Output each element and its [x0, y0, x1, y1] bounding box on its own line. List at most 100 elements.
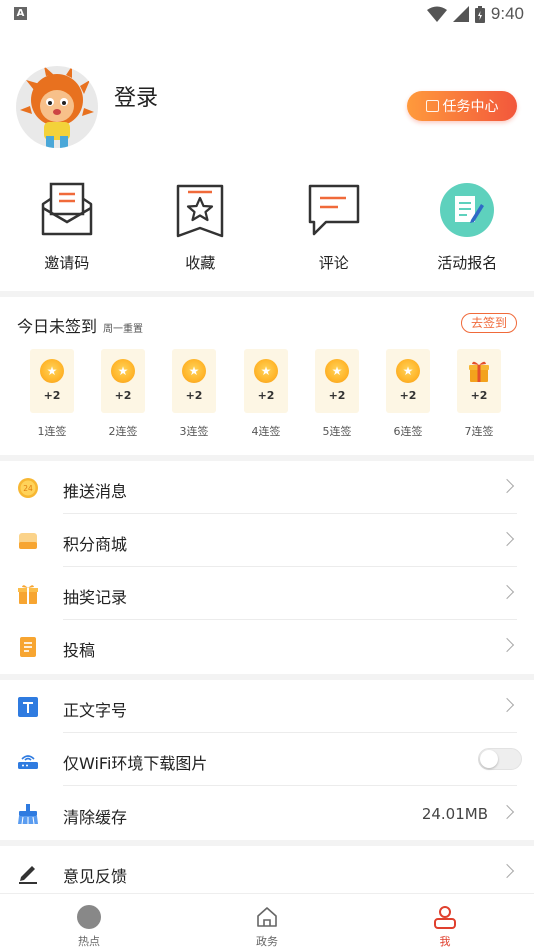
- day-points: +2: [399, 389, 417, 402]
- sign-in-header: 今日未签到 周一重置: [17, 313, 143, 337]
- day-card: +2: [30, 349, 74, 413]
- coin-icon: [111, 359, 135, 383]
- person-icon: [434, 906, 456, 929]
- pencil-icon: [19, 866, 37, 884]
- coin-icon: [254, 359, 278, 383]
- status-bar: A 9:40: [0, 0, 534, 28]
- tab-me[interactable]: 我: [356, 894, 534, 950]
- menu-feedback[interactable]: 意见反馈: [0, 846, 534, 899]
- day-card: +2: [457, 349, 501, 413]
- envelope-icon: [41, 182, 92, 236]
- day-points: +2: [328, 389, 346, 402]
- quick-actions: 邀请码 收藏 评论 活动报名: [0, 180, 534, 280]
- sign-day-5: +2 5连签: [315, 349, 359, 439]
- quick-event-signup[interactable]: 活动报名: [401, 180, 534, 280]
- menu-text-size[interactable]: 正文字号: [0, 680, 534, 733]
- day-label: 2连签: [108, 425, 138, 438]
- menu-submit-article[interactable]: 投稿: [0, 620, 534, 673]
- sign-day-1: +2 1连签: [30, 349, 74, 439]
- sign-in-title: 今日未签到: [17, 317, 98, 336]
- lion-mascot-icon: [20, 66, 94, 148]
- menu-label: 清除缓存: [63, 808, 128, 827]
- signal-icon: [452, 6, 469, 22]
- menu-lottery-records[interactable]: 抽奖记录: [0, 567, 534, 620]
- sign-day-3: +2 3连签: [172, 349, 216, 439]
- tab-label: 热点: [78, 935, 100, 948]
- day-points: +2: [114, 389, 132, 402]
- chevron-right-icon: [499, 637, 515, 653]
- quick-label: 邀请码: [44, 254, 90, 272]
- day-points: +2: [185, 389, 203, 402]
- bottom-nav: 热点 政务 我: [0, 893, 534, 950]
- menu-label: 推送消息: [63, 482, 128, 501]
- document-icon: [20, 637, 36, 657]
- section-divider: [0, 291, 534, 297]
- wifi-router-icon: [18, 755, 38, 769]
- day-card: +2: [101, 349, 145, 413]
- day-points: +2: [257, 389, 275, 402]
- tab-label: 政务: [256, 935, 278, 948]
- sign-day-2: +2 2连签: [101, 349, 145, 439]
- go-sign-in-button[interactable]: 去签到: [461, 313, 517, 333]
- menu-label: 抽奖记录: [63, 588, 128, 607]
- sign-in-days: +2 1连签 +2 2连签 +2 3连签 +2 4连签 +2 5连签: [0, 349, 534, 444]
- quick-invite-code[interactable]: 邀请码: [0, 180, 134, 280]
- task-icon: [425, 100, 439, 112]
- coin-icon: [182, 359, 206, 383]
- sign-in-subtitle: 周一重置: [103, 324, 144, 335]
- chevron-right-icon: [499, 804, 515, 820]
- menu-label: 投稿: [63, 641, 96, 660]
- comment-icon: [308, 184, 359, 236]
- menu-label: 仅WiFi环境下载图片: [63, 754, 208, 773]
- chevron-right-icon: [499, 531, 515, 547]
- coin-icon: [40, 359, 64, 383]
- menu-push-messages[interactable]: 24 推送消息: [0, 461, 534, 514]
- sign-day-6: +2 6连签: [386, 349, 430, 439]
- tab-government[interactable]: 政务: [178, 894, 356, 950]
- menu-wifi-only-images: 仅WiFi环境下载图片: [0, 733, 534, 786]
- day-card: +2: [386, 349, 430, 413]
- sign-day-4: +2 4连签: [244, 349, 288, 439]
- profile-header: 登录 任务中心: [0, 60, 534, 160]
- quick-label: 收藏: [185, 254, 216, 272]
- quick-comments[interactable]: 评论: [267, 180, 401, 280]
- menu-label: 意见反馈: [63, 867, 128, 886]
- star-bookmark-icon: [177, 184, 224, 238]
- menu-clear-cache[interactable]: 清除缓存 24.01MB: [0, 787, 534, 840]
- push-24-icon: 24: [18, 478, 38, 498]
- day-card: +2: [244, 349, 288, 413]
- gift-box-icon: [18, 585, 38, 604]
- tab-hot[interactable]: 热点: [0, 894, 178, 950]
- chevron-right-icon: [499, 863, 515, 879]
- hot-icon: [77, 905, 101, 929]
- sign-day-7: +2 7连签: [457, 349, 501, 439]
- coin-icon: [325, 359, 349, 383]
- quick-label: 活动报名: [437, 254, 498, 272]
- svg-text:24: 24: [23, 484, 33, 493]
- signup-form-icon: [440, 183, 495, 237]
- status-icons: 9:40: [426, 4, 524, 24]
- menu-points-mall[interactable]: 积分商城: [0, 514, 534, 567]
- day-points: +2: [470, 389, 488, 402]
- chevron-right-icon: [499, 697, 515, 713]
- tab-label: 我: [439, 935, 451, 948]
- day-card: +2: [315, 349, 359, 413]
- quick-favorites[interactable]: 收藏: [134, 180, 268, 280]
- day-label: 7连签: [464, 425, 494, 438]
- cache-size: 24.01MB: [421, 805, 488, 823]
- task-center-button[interactable]: 任务中心: [407, 91, 517, 121]
- day-label: 1连签: [37, 425, 67, 438]
- points-mall-icon: [19, 533, 37, 549]
- wifi-only-toggle[interactable]: [478, 748, 522, 770]
- coin-icon: [396, 359, 420, 383]
- avatar[interactable]: [16, 66, 98, 148]
- menu-label: 正文字号: [63, 701, 128, 720]
- login-link[interactable]: 登录: [114, 80, 158, 112]
- gift-icon: [469, 361, 489, 382]
- task-center-label: 任务中心: [442, 99, 499, 115]
- day-label: 5连签: [322, 425, 352, 438]
- row-divider: [63, 785, 517, 786]
- day-label: 4连签: [251, 425, 281, 438]
- broom-icon: [18, 804, 38, 825]
- day-card: +2: [172, 349, 216, 413]
